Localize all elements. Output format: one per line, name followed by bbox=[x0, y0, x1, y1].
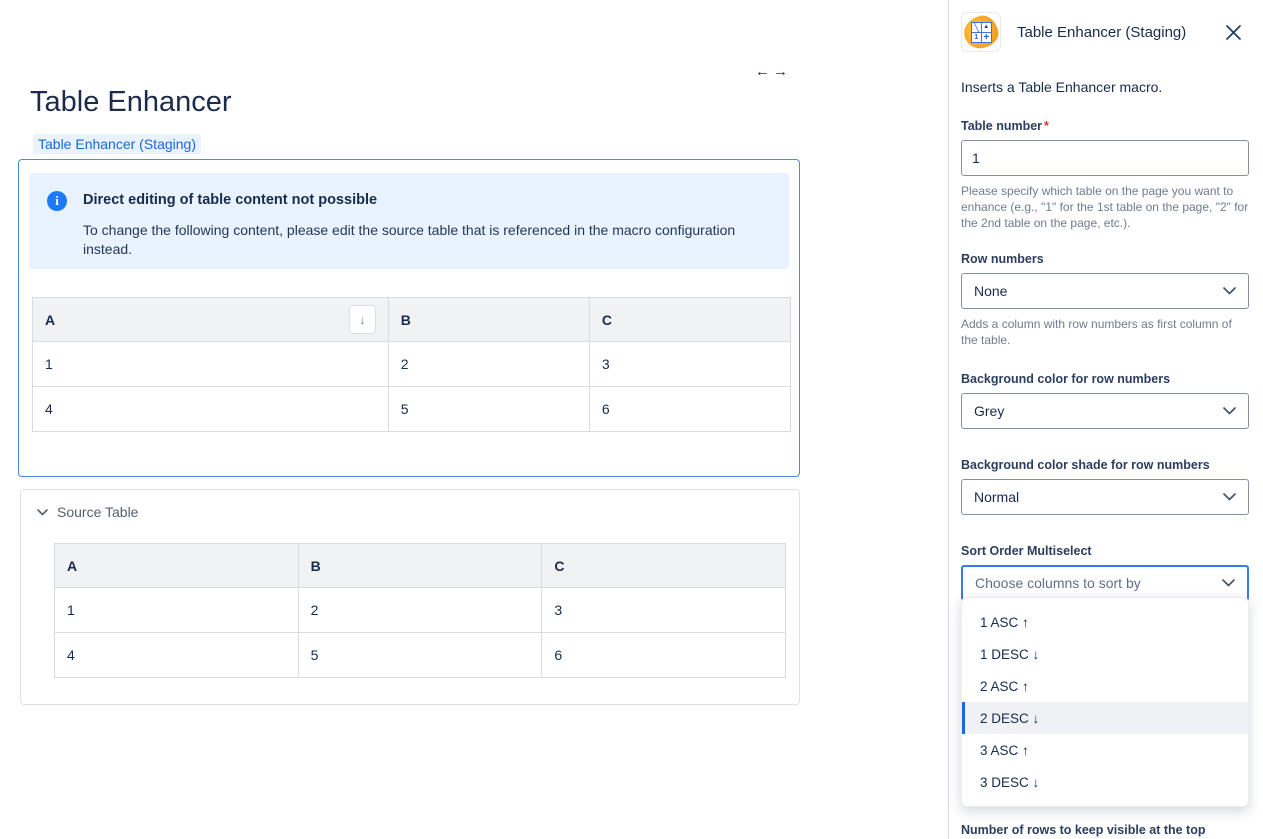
table-enhancer-macro-block[interactable]: i Direct editing of table content not po… bbox=[18, 159, 800, 477]
field-help-text: Adds a column with row numbers as first … bbox=[961, 316, 1249, 348]
column-header-c: C bbox=[589, 298, 790, 342]
sort-option[interactable]: 2 ASC ↑ bbox=[962, 670, 1248, 702]
table-header-row: A B C bbox=[55, 544, 786, 588]
field-help-text: Please specify which table on the page y… bbox=[961, 183, 1249, 231]
column-header-b: B bbox=[388, 298, 589, 342]
chevron-down-icon bbox=[1222, 579, 1235, 587]
table-cell: 3 bbox=[542, 588, 786, 633]
select-value: None bbox=[974, 283, 1007, 299]
table-cell: 1 bbox=[33, 342, 389, 387]
expand-width-button[interactable]: ← → bbox=[755, 63, 789, 80]
table-enhancer-app-icon: ╲ ▲ 1 + bbox=[961, 12, 1001, 52]
chevron-down-icon bbox=[1223, 493, 1236, 501]
table-cell: 5 bbox=[388, 387, 589, 432]
chevron-down-icon bbox=[1223, 407, 1236, 415]
table-cell: 5 bbox=[298, 633, 542, 678]
macro-name-link[interactable]: Table Enhancer (Staging) bbox=[33, 134, 201, 154]
panel-title: Table Enhancer (Staging) bbox=[1017, 24, 1222, 41]
info-panel: i Direct editing of table content not po… bbox=[29, 173, 789, 269]
table-cell: 3 bbox=[589, 342, 790, 387]
column-header-label: A bbox=[45, 312, 55, 328]
sort-option[interactable]: 3 ASC ↑ bbox=[962, 734, 1248, 766]
table-cell: 2 bbox=[388, 342, 589, 387]
select-placeholder: Choose columns to sort by bbox=[975, 575, 1141, 591]
source-table: A B C 1 2 3 4 5 6 bbox=[54, 543, 786, 678]
close-icon[interactable] bbox=[1222, 21, 1245, 44]
table-row: 4 5 6 bbox=[33, 387, 791, 432]
sort-option[interactable]: 3 DESC ↓ bbox=[962, 766, 1248, 798]
panel-header: ╲ ▲ 1 + Table Enhancer (Staging) bbox=[961, 12, 1249, 52]
table-cell: 6 bbox=[542, 633, 786, 678]
sort-option[interactable]: 1 ASC ↑ bbox=[962, 606, 1248, 638]
table-row: 4 5 6 bbox=[55, 633, 786, 678]
page-title: Table Enhancer bbox=[30, 86, 948, 119]
source-table-toggle[interactable]: Source Table bbox=[37, 504, 799, 520]
bg-color-select[interactable]: Grey bbox=[961, 393, 1249, 429]
table-header-row: A ↓ B C bbox=[33, 298, 791, 342]
chevron-down-icon bbox=[1223, 287, 1236, 295]
info-panel-body: To change the following content, please … bbox=[83, 221, 769, 259]
field-label: Background color shade for row numbers bbox=[961, 458, 1249, 472]
info-panel-text: Direct editing of table content not poss… bbox=[83, 190, 769, 252]
sort-option-highlighted[interactable]: 2 DESC ↓ bbox=[962, 702, 1248, 734]
sort-options-dropdown: 1 ASC ↑ 1 DESC ↓ 2 ASC ↑ 2 DESC ↓ 3 ASC … bbox=[961, 597, 1249, 807]
column-header-c: C bbox=[542, 544, 786, 588]
sort-option[interactable]: 1 DESC ↓ bbox=[962, 638, 1248, 670]
info-icon: i bbox=[47, 191, 67, 211]
table-row: 1 2 3 bbox=[55, 588, 786, 633]
table-cell: 4 bbox=[33, 387, 389, 432]
table-row: 1 2 3 bbox=[33, 342, 791, 387]
field-label: Row numbers bbox=[961, 252, 1249, 266]
sort-order-select[interactable]: Choose columns to sort by bbox=[961, 565, 1249, 601]
panel-description: Inserts a Table Enhancer macro. bbox=[961, 79, 1249, 95]
chevron-down-icon bbox=[37, 509, 48, 516]
field-table-number: Table number* Please specify which table… bbox=[961, 119, 1249, 231]
required-asterisk: * bbox=[1044, 119, 1049, 133]
info-panel-title: Direct editing of table content not poss… bbox=[83, 192, 769, 208]
table-cell: 2 bbox=[298, 588, 542, 633]
field-label: Background color for row numbers bbox=[961, 372, 1249, 386]
table-cell: 1 bbox=[55, 588, 299, 633]
select-value: Grey bbox=[974, 403, 1004, 419]
macro-config-panel: ╲ ▲ 1 + Table Enhancer (Staging) Inserts… bbox=[949, 0, 1263, 839]
select-value: Normal bbox=[974, 489, 1019, 505]
field-label: Sort Order Multiselect bbox=[961, 544, 1249, 558]
enhanced-table: A ↓ B C 1 2 3 4 bbox=[32, 297, 791, 432]
row-numbers-select[interactable]: None bbox=[961, 273, 1249, 309]
arrow-left-icon: ← bbox=[755, 63, 771, 80]
field-row-numbers: Row numbers None Adds a column with row … bbox=[961, 252, 1249, 348]
bg-shade-select[interactable]: Normal bbox=[961, 479, 1249, 515]
column-header-a: A ↓ bbox=[33, 298, 389, 342]
sort-column-button[interactable]: ↓ bbox=[349, 305, 376, 334]
table-number-input[interactable] bbox=[961, 140, 1249, 176]
macro-editor-app: ← → Table Enhancer Table Enhancer (Stagi… bbox=[0, 0, 1263, 839]
source-table-label: Source Table bbox=[57, 504, 138, 520]
table-cell: 4 bbox=[55, 633, 299, 678]
field-bg-shade: Background color shade for row numbers N… bbox=[961, 458, 1249, 515]
source-table-section: Source Table A B C 1 2 3 bbox=[20, 489, 800, 705]
table-cell: 6 bbox=[589, 387, 790, 432]
editor-canvas: ← → Table Enhancer Table Enhancer (Stagi… bbox=[0, 0, 948, 839]
column-header-b: B bbox=[298, 544, 542, 588]
rows-visible-top-label: Number of rows to keep visible at the to… bbox=[961, 823, 1205, 837]
field-bg-color: Background color for row numbers Grey bbox=[961, 372, 1249, 429]
arrow-right-icon: → bbox=[773, 63, 789, 80]
field-label: Table number* bbox=[961, 119, 1249, 133]
column-header-a: A bbox=[55, 544, 299, 588]
